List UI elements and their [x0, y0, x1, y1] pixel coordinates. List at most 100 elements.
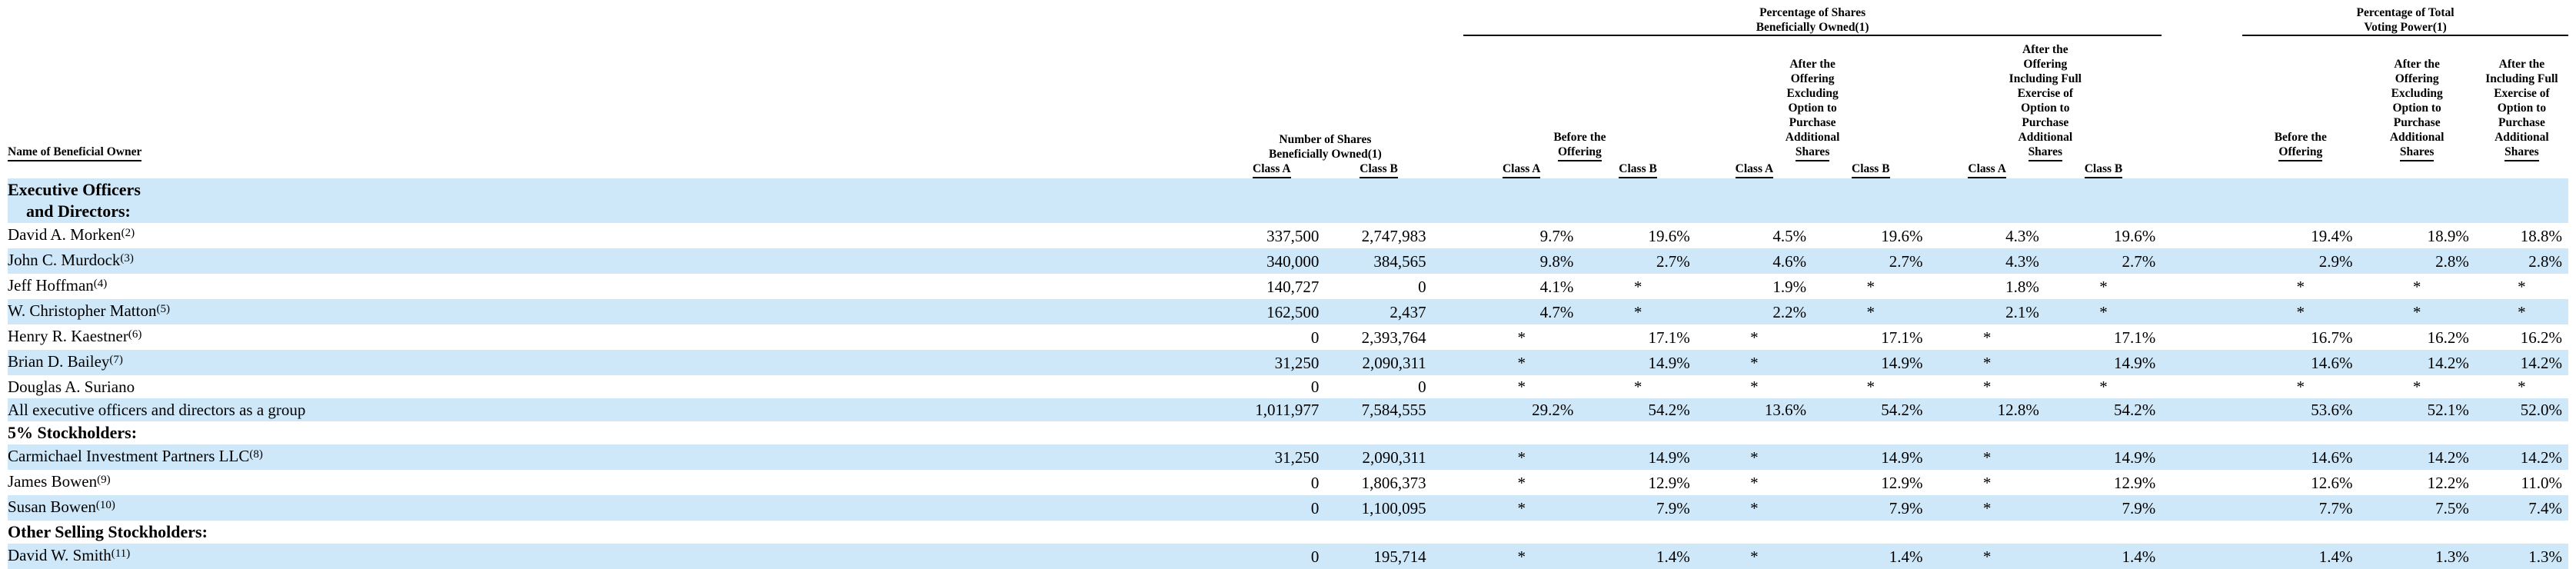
after-excl-line5: Purchase [1789, 116, 1836, 129]
spacer-cell [1433, 274, 1463, 299]
shares-class-a-cell: 31,250 [1218, 444, 1326, 470]
beneficial-ownership-table-page: Percentage of Shares Beneficially Owned(… [0, 0, 2576, 569]
owner-name: Jeff Hoffman [8, 276, 94, 294]
voting-before-cell: 19.4% [2311, 226, 2353, 245]
incl-class-b-cell: 19.6% [2113, 226, 2156, 245]
shares-group-line1: Number of Shares [1279, 133, 1372, 146]
owner-name-cell: David A. Morken(2) [8, 223, 1218, 248]
footnote-ref: (2) [121, 227, 135, 239]
after-incl-line1: After the [2022, 43, 2068, 56]
after-excl-line3: Excluding [1786, 87, 1839, 100]
voting-after-incl-cell: 2.8% [2474, 248, 2568, 274]
shares-class-a-cell: 162,500 [1218, 299, 1326, 324]
spacer-cell [2162, 248, 2243, 274]
excl-class-a-cell: * [1696, 350, 1813, 375]
voting-before-cell: * [2242, 299, 2359, 324]
section-row: 5% Stockholders: [8, 421, 2568, 444]
spacer-cell [1432, 544, 1464, 569]
before-class-a-cell: 9.8% [1463, 248, 1580, 274]
before-class-a-cell: * [1517, 473, 1526, 492]
shares-class-b-cell: 2,090,311 [1325, 350, 1433, 375]
excl-class-b-cell: 2.7% [1812, 248, 1929, 274]
before-class-b-cell: 2.7% [1579, 248, 1696, 274]
voting-before-line1: Before the [2274, 131, 2327, 144]
section-row: Other Selling Stockholders: [8, 521, 2568, 544]
voting-after-incl-cell: 16.2% [2520, 328, 2562, 347]
shares-class-b-cell: 2,090,311 [1325, 444, 1433, 470]
pct-voting-group-line2: Voting Power(1) [2364, 21, 2447, 34]
voting-after-excl-cell: 7.5% [2358, 495, 2475, 521]
owner-name: David W. Smith [8, 546, 111, 564]
voting-incl-line2: Including Full [2485, 72, 2558, 85]
section-heading-line2: and Directors: [26, 201, 131, 221]
voting-excl-line4: Option to [2392, 101, 2441, 115]
spacer-cell [2162, 375, 2242, 398]
owner-name: Douglas A. Suriano [8, 378, 135, 396]
voting-excl-line5: Purchase [2393, 116, 2441, 129]
voting-before-cell: * [2296, 378, 2305, 396]
voting-after-including-header: After the Including Full Exercise of Opt… [2475, 35, 2568, 161]
owner-name-cell: Brian D. Bailey(7) [8, 350, 1219, 375]
voting-after-incl-cell: * [2474, 299, 2568, 324]
before-class-b-cell: 19.6% [1648, 226, 1690, 245]
voting-before-line2: Offering [2278, 145, 2323, 161]
excl-class-a-cell: 4.6% [1696, 248, 1813, 274]
table-row: David W. Smith(11) 0 195,714 * 1.4% * 1.4% * 1.4… [8, 544, 2568, 569]
owner-name: Henry R. Kaestner [8, 327, 128, 345]
after-incl-line7: Additional [2018, 131, 2073, 144]
after-excl-line2: Offering [1790, 72, 1835, 85]
excl-class-a-cell: 13.6% [1696, 398, 1813, 421]
voting-after-excl-cell: 1.3% [2358, 544, 2475, 569]
voting-after-incl-cell: 11.0% [2521, 473, 2562, 492]
shares-class-a-cell: 0 [1310, 473, 1320, 492]
shares-class-a-cell: 1,011,977 [1218, 398, 1326, 421]
footnote-ref: (9) [97, 474, 111, 486]
owner-name-cell: All executive officers and directors as … [8, 398, 1219, 421]
voting-excl-line3: Excluding [2391, 87, 2443, 100]
before-class-b-cell: 12.9% [1648, 473, 1690, 492]
before-class-a-cell: * [1463, 544, 1580, 569]
excl-class-a-cell: * [1696, 495, 1813, 521]
shares-class-a-cell: 337,500 [1266, 226, 1320, 245]
spacer-cell [1432, 299, 1464, 324]
owner-name-cell: Douglas A. Suriano [8, 375, 1218, 398]
incl-class-a-cell: 4.3% [2005, 226, 2039, 245]
voting-excl-line1: After the [2394, 58, 2440, 71]
before-class-a-header: Class A [1502, 161, 1541, 178]
spacer-cell [1433, 470, 1463, 495]
spacer-cell [2162, 299, 2243, 324]
voting-incl-line6: Additional [2494, 131, 2549, 144]
voting-before-cell: * [2296, 277, 2305, 296]
incl-class-a-cell: * [1982, 328, 1992, 347]
voting-excl-line2: Offering [2395, 72, 2439, 85]
owner-name-cell: James Bowen(9) [8, 470, 1218, 495]
spacer-cell [1433, 375, 1463, 398]
table-body: Executive Officers and Directors: David A.… [8, 178, 2568, 569]
voting-incl-line1: After the [2498, 58, 2545, 71]
voting-after-incl-cell: 14.2% [2474, 444, 2568, 470]
voting-before-cell: 2.9% [2242, 248, 2359, 274]
owner-name-cell: David W. Smith(11) [8, 544, 1219, 569]
spacer-cell [1432, 350, 1464, 375]
before-class-a-cell: 4.7% [1463, 299, 1580, 324]
before-class-b-cell: * [1633, 378, 1642, 396]
owner-column-header: Name of Beneficial Owner [8, 35, 1218, 161]
voting-before-cell: 53.6% [2242, 398, 2359, 421]
excl-class-b-cell: 1.4% [1812, 544, 1929, 569]
excl-class-b-cell: 7.9% [1812, 495, 1929, 521]
excl-class-a-cell: * [1750, 473, 1759, 492]
shares-class-a-cell: 0 [1218, 544, 1326, 569]
shares-group-line2: Beneficially Owned(1) [1269, 148, 1382, 161]
owner-name-cell: Henry R. Kaestner(6) [8, 324, 1218, 350]
spacer-cell [2162, 274, 2242, 299]
shares-class-b-cell: 2,393,764 [1361, 328, 1426, 347]
owner-name: Carmichael Investment Partners LLC [8, 447, 250, 465]
before-offering-line2: Offering [1557, 145, 1602, 161]
after-excl-line1: After the [1789, 58, 1835, 71]
spacer-cell [2162, 495, 2243, 521]
incl-class-b-cell: 14.9% [2045, 350, 2162, 375]
before-class-b-cell: 14.9% [1579, 350, 1696, 375]
voting-after-incl-cell: 18.8% [2520, 226, 2562, 245]
voting-before-cell: 1.4% [2242, 544, 2359, 569]
owner-name: James Bowen [8, 472, 98, 491]
